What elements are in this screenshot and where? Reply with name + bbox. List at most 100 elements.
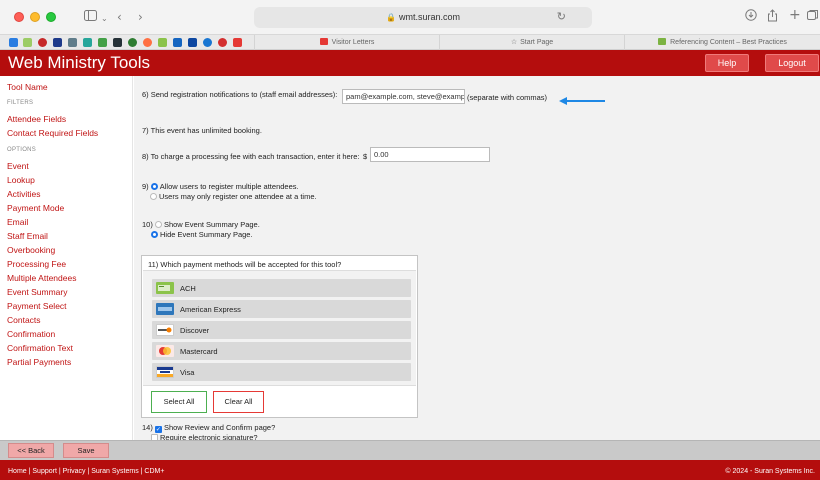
payment-option-discover[interactable]: Discover [152, 321, 411, 339]
chevron-left-icon[interactable]: ‹ [117, 9, 122, 25]
sidebar-item-payment-select[interactable]: Payment Select [7, 301, 67, 311]
main-content: 6) Send registration notifications to (s… [134, 76, 820, 442]
site-icon [658, 38, 667, 45]
back-button[interactable]: << Back [8, 443, 54, 458]
radio-unselected[interactable] [154, 221, 162, 228]
sidebar-item-contacts[interactable]: Contacts [7, 315, 41, 325]
sidebar-item-event[interactable]: Event [7, 161, 29, 171]
chevron-right-icon[interactable]: › [138, 9, 143, 25]
footer-links[interactable]: Home | Support | Privacy | Suran Systems… [8, 468, 164, 475]
sidebar-item-lookup[interactable]: Lookup [7, 175, 35, 185]
favorite-icon[interactable] [83, 38, 92, 47]
q8-label: 8) To charge a processing fee with each … [142, 152, 360, 161]
favorite-icon[interactable] [98, 38, 107, 47]
tab-start-page[interactable]: ☆ Start Page [439, 35, 624, 50]
payment-option-visa[interactable]: Visa [152, 363, 411, 381]
sidebar-item-attendee-fields[interactable]: Attendee Fields [7, 114, 66, 124]
help-button[interactable]: Help [705, 54, 749, 72]
mail-icon [319, 38, 328, 45]
share-icon[interactable] [767, 9, 778, 26]
favorite-icon[interactable] [233, 38, 242, 47]
payment-label: Discover [180, 326, 210, 335]
discover-icon [156, 324, 174, 336]
sidebar-item-staff-email[interactable]: Staff Email [7, 231, 48, 241]
logout-button[interactable]: Logout [765, 54, 819, 72]
sidebar-heading-options: OPTIONS [7, 147, 37, 153]
save-button[interactable]: Save [63, 443, 109, 458]
clear-all-button[interactable]: Clear All [213, 391, 264, 413]
sidebar-item-processing-fee[interactable]: Processing Fee [7, 259, 66, 269]
sidebar-item-confirmation-text[interactable]: Confirmation Text [7, 343, 73, 353]
radio-unselected[interactable] [150, 193, 157, 200]
q10-option-show-label: Show Event Summary Page. [163, 220, 260, 229]
payment-label: ACH [180, 284, 196, 293]
amex-icon [156, 303, 174, 315]
sidebar-item-event-summary[interactable]: Event Summary [7, 287, 67, 297]
url-text: wmt.suran.com [398, 12, 460, 22]
download-icon[interactable] [745, 9, 757, 25]
favorite-icon[interactable] [173, 38, 182, 47]
q11-title: 11) Which payment methods will be accept… [148, 260, 342, 269]
sidebar-item-multiple-attendees[interactable]: Multiple Attendees [7, 273, 76, 283]
q9-option-single[interactable]: Users may only register one attendee at … [150, 192, 317, 201]
plus-icon[interactable]: + [789, 7, 801, 23]
staff-email-field[interactable]: pam@example.com, steve@example.com [342, 89, 465, 104]
q10-option-show[interactable]: 10) Show Event Summary Page. [142, 220, 260, 229]
q10-option-hide[interactable]: Hide Event Summary Page. [151, 230, 253, 239]
sidebar: Tool Name FILTERS Attendee Fields Contac… [0, 76, 133, 440]
checkbox-checked-icon[interactable]: ✓ [154, 426, 162, 433]
q14-option-review-label: Show Review and Confirm page? [163, 423, 276, 432]
payment-label: Visa [180, 368, 195, 377]
footer: Home | Support | Privacy | Suran Systems… [0, 460, 820, 480]
payment-option-amex[interactable]: American Express [152, 300, 411, 318]
select-all-button[interactable]: Select All [151, 391, 207, 413]
favorite-icon[interactable] [38, 38, 47, 47]
sidebar-item-confirmation[interactable]: Confirmation [7, 329, 55, 339]
favorite-icon[interactable] [143, 38, 152, 47]
q14-option-review[interactable]: 14) ✓ Show Review and Confirm page? [142, 423, 275, 433]
mastercard-icon [156, 345, 174, 357]
lock-icon: 🔒 [386, 13, 396, 22]
browser-toolbar: ⌄ ‹ › 🔒 wmt.suran.com ↻ + [0, 0, 820, 35]
payment-option-mastercard[interactable]: Mastercard [152, 342, 411, 360]
favorite-icon[interactable] [9, 38, 18, 47]
q7-text: 7) This event has unlimited booking. [142, 126, 262, 135]
reload-icon[interactable]: ↻ [557, 10, 566, 23]
tabs-icon[interactable] [807, 9, 819, 25]
tab-visitor-letters[interactable]: Visitor Letters [254, 35, 439, 50]
payment-option-ach[interactable]: ACH [152, 279, 411, 297]
radio-selected[interactable] [150, 183, 158, 190]
chevron-down-icon[interactable]: ⌄ [101, 11, 108, 27]
favorite-icon[interactable] [23, 38, 32, 47]
sidebar-item-email[interactable]: Email [7, 217, 28, 227]
favorite-icon[interactable] [128, 38, 137, 47]
favorite-icon[interactable] [218, 38, 227, 47]
radio-selected[interactable] [151, 231, 158, 238]
sidebar-icon[interactable] [84, 9, 97, 25]
currency-symbol: $ [363, 152, 368, 161]
address-bar[interactable]: 🔒 wmt.suran.com ↻ [254, 7, 592, 28]
favorite-icon[interactable] [53, 38, 62, 47]
zoom-window-button[interactable] [46, 12, 56, 22]
close-window-button[interactable] [14, 12, 24, 22]
payment-methods-box: 11) Which payment methods will be accept… [141, 255, 418, 418]
sidebar-item-overbooking[interactable]: Overbooking [7, 245, 55, 255]
sidebar-item-contact-required-fields[interactable]: Contact Required Fields [7, 128, 98, 138]
tab-referencing-content[interactable]: Referencing Content – Best Practices [624, 35, 820, 50]
sidebar-item-payment-mode[interactable]: Payment Mode [7, 203, 64, 213]
q9-number: 9) [142, 182, 149, 191]
q14-number: 14) [142, 423, 153, 432]
sidebar-item-partial-payments[interactable]: Partial Payments [7, 357, 71, 367]
app-header: Web Ministry Tools Help Logout [0, 50, 820, 76]
payment-label: American Express [180, 305, 241, 314]
sidebar-item-tool-name[interactable]: Tool Name [7, 82, 48, 92]
favorite-icon[interactable] [203, 38, 212, 47]
minimize-window-button[interactable] [30, 12, 40, 22]
favorite-icon[interactable] [113, 38, 122, 47]
q9-option-multiple[interactable]: 9) Allow users to register multiple atte… [142, 182, 299, 191]
processing-fee-field[interactable]: 0.00 [370, 147, 490, 162]
favorite-icon[interactable] [68, 38, 77, 47]
favorite-icon[interactable] [158, 38, 167, 47]
favorite-icon[interactable] [188, 38, 197, 47]
sidebar-item-activities[interactable]: Activities [7, 189, 41, 199]
